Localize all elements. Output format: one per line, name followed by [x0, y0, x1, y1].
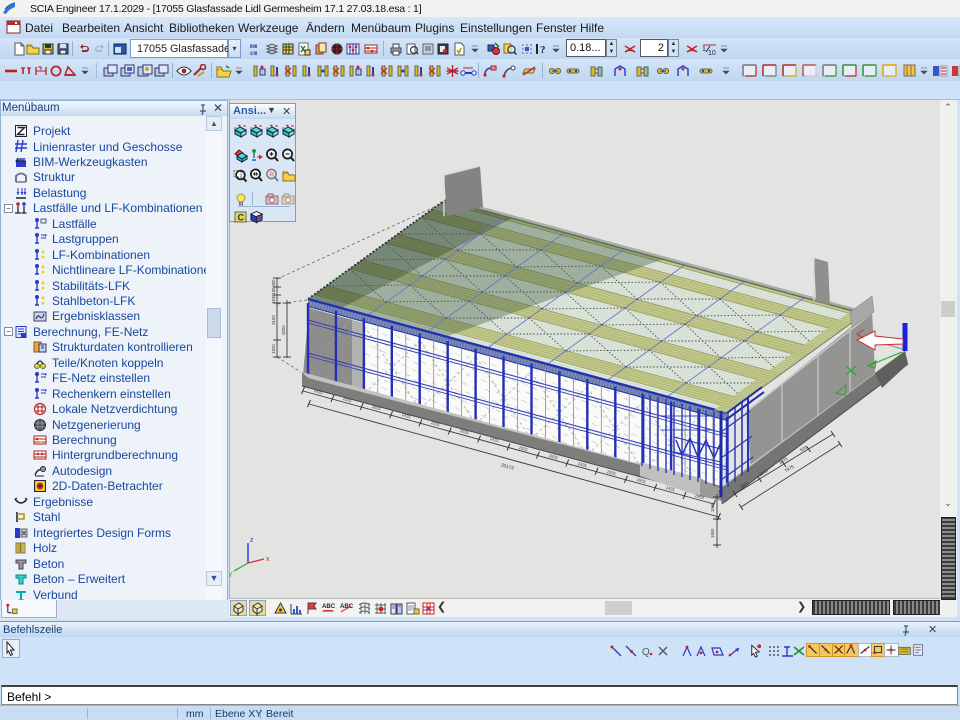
svg-text:Q: Q — [642, 647, 650, 658]
svg-text:20173: 20173 — [501, 462, 515, 470]
svg-text:x: x — [266, 556, 270, 563]
svg-text:5150: 5150 — [271, 315, 276, 325]
svg-text:z: z — [266, 125, 268, 130]
svg-text:180: 180 — [271, 287, 276, 295]
svg-text:?: ? — [540, 44, 546, 56]
svg-text:10: 10 — [708, 50, 716, 56]
svg-text:cm: cm — [250, 50, 258, 56]
svg-text:Y: Y — [229, 572, 233, 579]
svg-text:1950: 1950 — [710, 528, 715, 538]
svg-text:C: C — [237, 212, 244, 222]
svg-text:z: z — [250, 537, 254, 544]
svg-text:z: z — [250, 125, 252, 130]
svg-text:R: R — [270, 172, 275, 179]
svg-text:z: z — [282, 125, 284, 130]
svg-text:1500: 1500 — [710, 502, 715, 512]
svg-text:z: z — [234, 125, 236, 130]
svg-text:1: 1 — [702, 46, 706, 53]
svg-text:mm: mm — [250, 43, 258, 50]
svg-text:1530: 1530 — [271, 294, 276, 304]
svg-text:1520: 1520 — [271, 344, 276, 354]
svg-text:300: 300 — [271, 279, 276, 287]
svg-text:ABC: ABC — [322, 603, 336, 610]
svg-text:8200: 8200 — [281, 325, 286, 335]
